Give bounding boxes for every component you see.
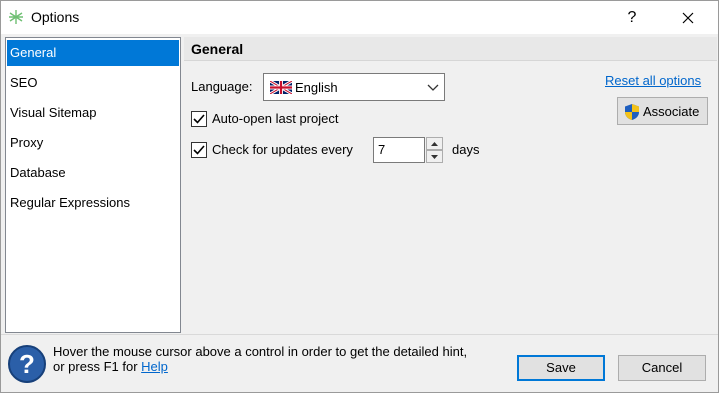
arrow-down-icon	[431, 154, 438, 159]
sidebar-item-database[interactable]: Database	[7, 160, 179, 186]
title-bar: Options ?	[1, 1, 718, 34]
svg-text:?: ?	[19, 349, 35, 379]
hint-text-line2: or press F1 for Help	[53, 359, 168, 374]
hint-text-line1: Hover the mouse cursor above a control i…	[53, 344, 468, 359]
reset-all-options-link[interactable]: Reset all options	[605, 73, 701, 88]
question-help-icon: ?	[8, 345, 46, 383]
help-link[interactable]: Help	[141, 359, 168, 374]
hint-text-prefix: or press F1 for	[53, 359, 142, 374]
save-button[interactable]: Save	[517, 355, 605, 381]
sidebar-item-visual-sitemap[interactable]: Visual Sitemap	[7, 100, 179, 126]
help-button[interactable]: ?	[609, 1, 655, 34]
cancel-button[interactable]: Cancel	[618, 355, 706, 381]
language-dropdown[interactable]: English	[263, 73, 445, 101]
uk-flag-icon	[270, 81, 292, 94]
checkmark-icon	[193, 145, 205, 155]
chevron-down-icon	[427, 84, 439, 91]
auto-open-checkbox[interactable]	[191, 111, 207, 127]
checkmark-icon	[193, 114, 205, 124]
shield-icon	[625, 104, 639, 120]
check-updates-label[interactable]: Check for updates every	[212, 142, 353, 157]
update-days-input[interactable]: 7	[373, 137, 425, 163]
language-label: Language:	[191, 79, 253, 94]
associate-button[interactable]: Associate	[617, 97, 708, 125]
language-value: English	[295, 80, 338, 95]
sidebar-item-proxy[interactable]: Proxy	[7, 130, 179, 156]
panel-header: General	[184, 37, 717, 61]
options-dialog: Options ? General SEO Visual Sitemap Pro…	[0, 0, 719, 393]
check-updates-checkbox[interactable]	[191, 142, 207, 158]
spin-down-button[interactable]	[426, 150, 443, 163]
spin-up-button[interactable]	[426, 137, 443, 150]
associate-label: Associate	[643, 104, 700, 119]
window-title: Options	[31, 9, 80, 25]
close-icon	[682, 12, 694, 23]
days-label: days	[452, 142, 480, 157]
sidebar-item-regular-expressions[interactable]: Regular Expressions	[7, 190, 179, 216]
auto-open-label[interactable]: Auto-open last project	[212, 111, 338, 126]
app-icon	[9, 10, 23, 24]
close-button[interactable]	[665, 1, 711, 34]
arrow-up-icon	[431, 141, 438, 146]
panel-title: General	[191, 41, 244, 57]
sidebar-item-general[interactable]: General	[7, 40, 179, 66]
sidebar-item-seo[interactable]: SEO	[7, 70, 179, 96]
help-icon: ?	[627, 8, 637, 26]
category-list: General SEO Visual Sitemap Proxy Databas…	[5, 37, 181, 333]
